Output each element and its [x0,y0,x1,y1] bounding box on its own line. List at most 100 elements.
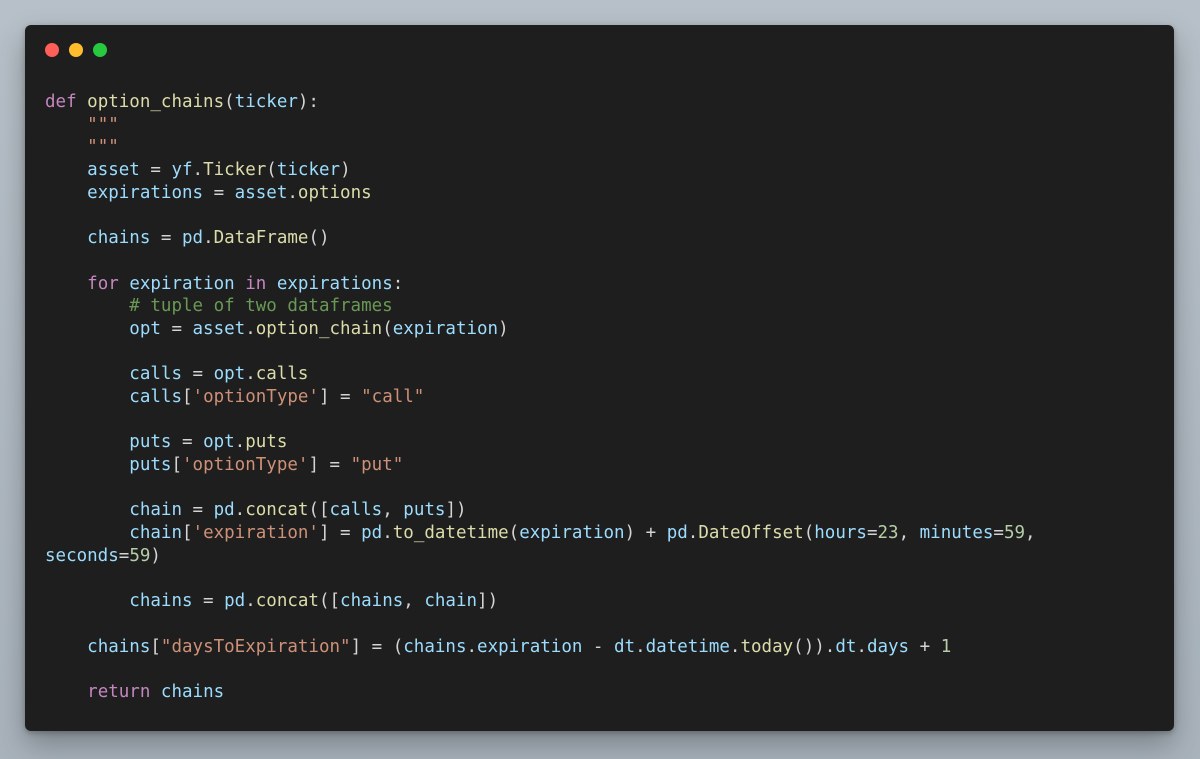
code-token: 23 [877,523,899,544]
code-token: opt [129,318,161,339]
code-token: asset [234,182,288,203]
code-line: """ [45,136,1036,159]
code-token: "daysToExpiration" [160,636,351,657]
code-token: ticker [234,92,298,112]
code-token: expirations [276,273,393,294]
code-token: chain [129,523,182,544]
code-token: ticker [276,160,341,181]
code-line: asset = yf.Ticker(ticker) [45,159,1036,182]
code-line: chains = pd.concat([chains, chain]) [45,590,1036,613]
code-token: calls [129,364,182,385]
code-token: - [582,636,614,657]
code-token: [ [171,455,182,475]
code-token: expiration [129,273,235,294]
code-token: chains [87,636,151,657]
code-token: . [687,523,699,544]
code-line: puts = opt.puts [45,431,1036,454]
maximize-dot-icon[interactable] [93,43,107,57]
code-token: puts [403,500,446,521]
code-token: datetime [645,636,730,657]
code-token: pd [181,228,204,249]
code-token: expirations [87,182,204,203]
code-token: ]) [445,500,467,521]
code-token: = [181,364,214,385]
code-token: 59 [1003,523,1026,544]
code-line: chain = pd.concat([calls, puts]) [45,499,1036,522]
code-token: days [866,636,910,657]
code-token: seconds [45,545,119,566]
code-line: def option_chains(ticker): [45,91,1036,114]
code-token: = [192,591,225,612]
code-line: for expiration in expirations: [45,273,1036,296]
code-token: ) + [624,523,667,544]
code-token: option_chain [255,318,383,339]
code-token: ] = ( [350,636,404,657]
code-token: ] = [318,523,362,544]
code-token: ) [498,318,509,339]
code-token: [ [181,523,193,544]
code-token: options [297,182,372,203]
code-token: chains [129,591,193,612]
code-line: opt = asset.option_chain(expiration) [45,318,1036,341]
code-token: in [245,273,267,294]
code-window: def option_chains(ticker): """ """ asset… [25,25,1174,731]
code-token: = [150,228,182,249]
code-token: puts [245,432,288,453]
code-token: . [192,160,204,181]
code-token: . [234,432,246,453]
code-token: """ [87,114,119,135]
code-token: , [1025,523,1036,544]
code-token: expiration [519,523,625,544]
code-token: + [909,636,941,657]
code-line: chains["daysToExpiration"] = (chains.exp… [45,636,1036,659]
code-token: asset [87,160,140,181]
code-token: = [160,318,193,339]
code-token: ) [150,545,161,566]
code-token: def [45,92,77,112]
code-token: 1 [940,636,952,657]
code-token: ( [803,523,815,544]
code-line: return chains [45,681,1036,704]
code-token: . [287,182,298,203]
code-token: "call" [361,386,425,407]
code-token: "put" [350,455,404,475]
code-token: . [203,228,214,249]
close-dot-icon[interactable] [45,43,59,57]
code-token: . [635,636,646,657]
code-token: = [139,160,172,181]
code-token: 59 [129,545,151,566]
code-token: yf [171,160,193,181]
window-titlebar [25,25,1174,75]
code-token: ( [508,523,520,544]
code-line: chains = pd.DataFrame() [45,227,1036,250]
code-token: ( [266,160,277,181]
code-token: . [466,636,478,657]
code-token: chains [403,636,467,657]
code-token: 'optionType' [182,455,309,475]
code-token: ( [382,318,393,339]
code-token: . [729,636,741,657]
minimize-dot-icon[interactable] [69,43,83,57]
code-token: concat [255,591,319,612]
code-token: concat [245,500,309,521]
code-token: ]) [477,591,499,612]
code-token: ] = [308,455,351,475]
code-token: today [740,636,794,657]
code-token: = [203,182,235,203]
